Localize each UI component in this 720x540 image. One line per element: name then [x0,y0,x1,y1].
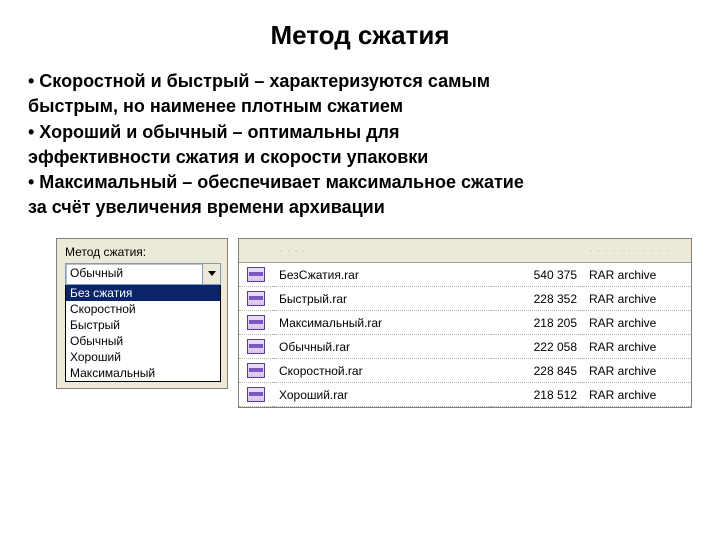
column-header-type[interactable]: · · · · · · · · · · · [583,239,691,263]
bullet-line: • Хороший и обычный – оптимальны для [28,120,692,144]
table-header-row: · · · · · · · · · · · · · · · [239,239,691,263]
compression-method-combobox[interactable]: Обычный [65,263,221,285]
file-name: БезСжатия.rar [273,262,491,286]
file-name: Хороший.rar [273,382,491,406]
option-best[interactable]: Максимальный [66,365,220,381]
bullet-list: • Скоростной и быстрый – характеризуются… [28,69,692,220]
bullet-line: быстрым, но наименее плотным сжатием [28,94,692,118]
file-type: RAR archive [583,382,691,406]
combobox-dropdown-button[interactable] [202,264,220,284]
file-size: 228 352 [491,286,583,310]
option-fastest[interactable]: Скоростной [66,301,220,317]
file-type: RAR archive [583,334,691,358]
bullet-line: • Скоростной и быстрый – характеризуются… [28,69,692,93]
chevron-down-icon [208,271,216,276]
file-name: Скоростной.rar [273,358,491,382]
rar-archive-icon [247,315,265,330]
file-type: RAR archive [583,262,691,286]
table-row[interactable]: Максимальный.rar 218 205 RAR archive [239,310,691,334]
compression-method-label: Метод сжатия: [65,245,221,259]
rar-archive-icon [247,339,265,354]
table-row[interactable]: Обычный.rar 222 058 RAR archive [239,334,691,358]
column-header-name[interactable]: · · · · [273,239,491,263]
rar-archive-icon [247,291,265,306]
combobox-value: Обычный [66,264,202,284]
file-name: Обычный.rar [273,334,491,358]
table-row[interactable]: Скоростной.rar 228 845 RAR archive [239,358,691,382]
rar-archive-icon [247,387,265,402]
rar-archive-icon [247,363,265,378]
bullet-line: эффективности сжатия и скорости упаковки [28,145,692,169]
option-no-compression[interactable]: Без сжатия [66,285,220,301]
file-size: 218 512 [491,382,583,406]
option-good[interactable]: Хороший [66,349,220,365]
table-row[interactable]: Быстрый.rar 228 352 RAR archive [239,286,691,310]
file-size: 222 058 [491,334,583,358]
file-name: Максимальный.rar [273,310,491,334]
option-fast[interactable]: Быстрый [66,317,220,333]
compression-method-listbox[interactable]: Без сжатия Скоростной Быстрый Обычный Хо… [65,285,221,382]
file-list-panel: · · · · · · · · · · · · · · · БезСжатия.… [238,238,692,408]
file-size: 228 845 [491,358,583,382]
compression-method-panel: Метод сжатия: Обычный Без сжатия Скорост… [56,238,228,389]
slide-title: Метод сжатия [28,20,692,51]
file-size: 540 375 [491,262,583,286]
file-type: RAR archive [583,286,691,310]
table-row[interactable]: БезСжатия.rar 540 375 RAR archive [239,262,691,286]
rar-archive-icon [247,267,265,282]
file-type: RAR archive [583,310,691,334]
option-normal[interactable]: Обычный [66,333,220,349]
file-name: Быстрый.rar [273,286,491,310]
table-row[interactable]: Хороший.rar 218 512 RAR archive [239,382,691,406]
file-size: 218 205 [491,310,583,334]
file-type: RAR archive [583,358,691,382]
file-list-table: · · · · · · · · · · · · · · · БезСжатия.… [239,239,691,407]
bullet-line: • Максимальный – обеспечивает максимальн… [28,170,692,194]
bullet-line: за счёт увеличения времени архивации [28,195,692,219]
